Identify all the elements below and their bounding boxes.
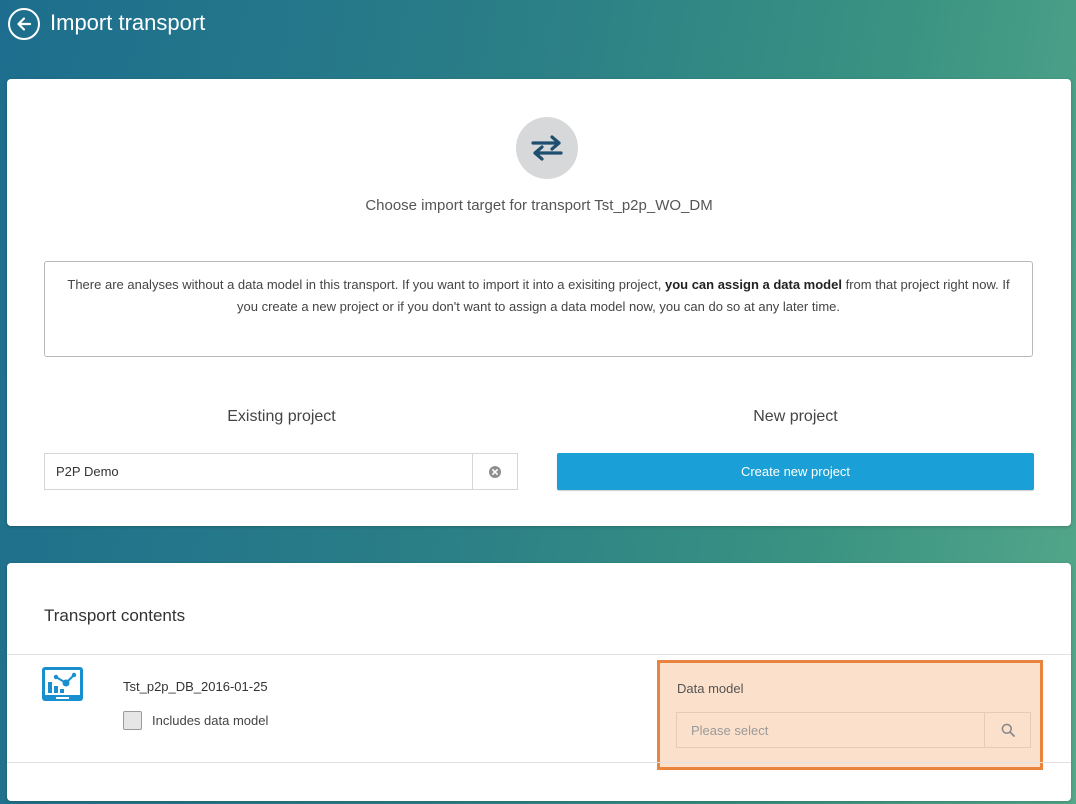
data-model-search-button[interactable] bbox=[984, 713, 1030, 747]
page-header: Import transport bbox=[0, 0, 1076, 70]
includes-data-model-checkbox[interactable] bbox=[123, 711, 142, 730]
arrow-left-circle-icon bbox=[17, 17, 32, 31]
existing-project-field[interactable]: P2P Demo bbox=[44, 453, 518, 490]
back-button[interactable] bbox=[8, 8, 40, 40]
import-target-card: Choose import target for transport Tst_p… bbox=[7, 79, 1071, 526]
swap-circle bbox=[516, 117, 578, 179]
clear-circle-icon bbox=[489, 465, 501, 478]
page-title: Import transport bbox=[50, 10, 206, 35]
includes-data-model-label: Includes data model bbox=[152, 713, 269, 728]
existing-project-value[interactable]: P2P Demo bbox=[45, 464, 472, 479]
clear-project-button[interactable] bbox=[472, 454, 517, 489]
new-project-heading: New project bbox=[753, 408, 838, 425]
data-model-placeholder[interactable]: Please select bbox=[677, 723, 984, 738]
data-model-highlight: Data model Please select bbox=[657, 660, 1043, 770]
existing-project-heading: Existing project bbox=[227, 408, 336, 425]
transport-contents-card: Transport contents Tst_p2p_DB_2016-01-25… bbox=[7, 563, 1071, 801]
create-new-project-button[interactable]: Create new project bbox=[557, 453, 1034, 490]
data-model-label: Data model bbox=[677, 681, 744, 696]
analysis-icon bbox=[42, 667, 83, 701]
info-text: There are analyses without a data model … bbox=[67, 277, 665, 292]
swap-arrows-icon bbox=[531, 135, 563, 161]
transport-contents-title: Transport contents bbox=[44, 606, 186, 625]
divider bbox=[7, 762, 1071, 763]
transport-item-name: Tst_p2p_DB_2016-01-25 bbox=[123, 679, 268, 694]
includes-data-model-row: Includes data model bbox=[123, 711, 268, 730]
data-model-select[interactable]: Please select bbox=[676, 712, 1031, 748]
import-subtitle: Choose import target for transport Tst_p… bbox=[365, 197, 713, 214]
info-text-bold: you can assign a data model bbox=[664, 277, 842, 292]
info-box: There are analyses without a data model … bbox=[44, 261, 1033, 357]
search-icon bbox=[1001, 723, 1015, 737]
divider bbox=[7, 654, 1071, 655]
